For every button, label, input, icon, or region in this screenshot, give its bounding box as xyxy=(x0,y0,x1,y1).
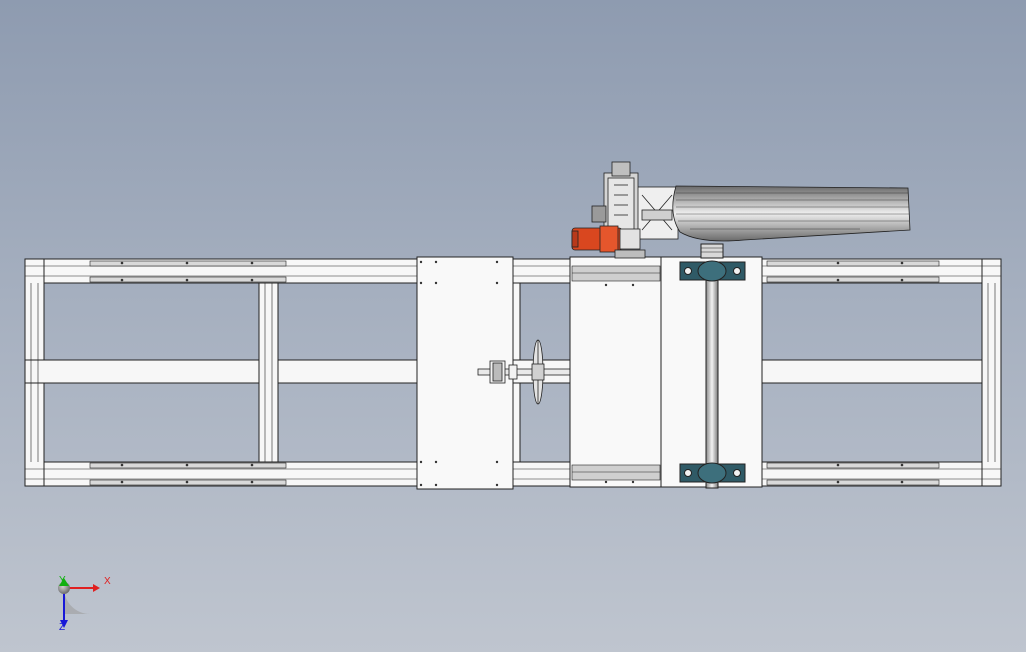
cad-model-view xyxy=(24,161,1002,628)
cad-viewport[interactable]: X Y Z xyxy=(0,0,1026,652)
motor-assembly xyxy=(571,161,646,259)
cross-beam-left xyxy=(24,359,418,384)
drive-belt xyxy=(672,185,911,242)
pillow-block-top xyxy=(679,260,746,282)
head-carriage xyxy=(569,256,663,488)
end-post-right xyxy=(981,258,1002,487)
shaft-plate xyxy=(660,243,763,489)
post-left-inner xyxy=(258,282,279,463)
pillow-block-bottom xyxy=(679,462,746,484)
left-frame xyxy=(24,258,418,487)
axis-z-label: Z xyxy=(59,622,66,633)
belt-drive xyxy=(635,185,911,242)
axis-y-label: Y xyxy=(59,575,66,586)
axis-x-label: X xyxy=(104,576,111,587)
right-frame xyxy=(759,258,1002,487)
main-shaft xyxy=(705,261,719,489)
cross-beam-right xyxy=(759,359,1002,384)
